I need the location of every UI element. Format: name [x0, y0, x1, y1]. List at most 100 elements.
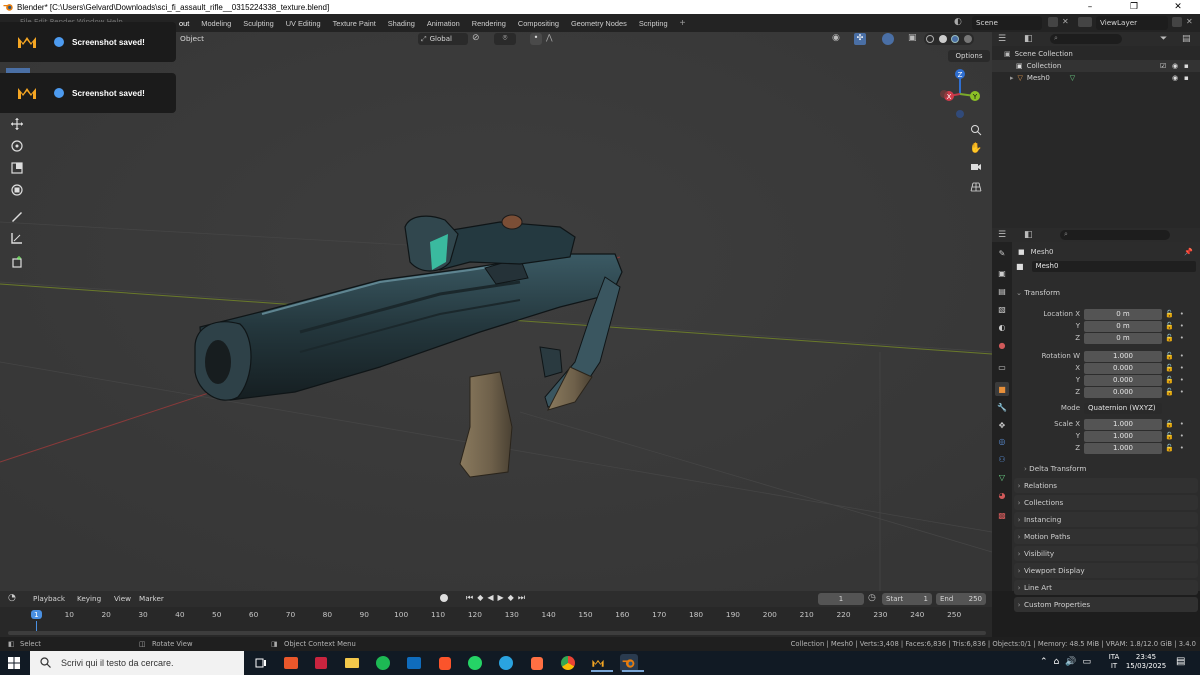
lock-icon[interactable]: 🔓 — [1165, 420, 1174, 428]
tray-overflow-icon[interactable]: ⌃ — [1040, 657, 1048, 667]
keyframe-dot[interactable]: • — [1180, 322, 1184, 330]
eye-icon[interactable]: ◉ — [1172, 62, 1178, 70]
editor-type-icon[interactable] — [6, 68, 30, 73]
tab-shading[interactable]: Shading — [382, 14, 421, 32]
relations-panel[interactable]: › Relations — [1014, 478, 1198, 493]
transform-panel-header[interactable]: ⌄ Transform — [1016, 288, 1060, 297]
record-icon[interactable] — [440, 594, 448, 602]
orientation-dropdown[interactable]: ⤢ Global — [418, 33, 468, 45]
prev-key-icon[interactable]: ◆ — [477, 593, 483, 603]
outliner-search[interactable]: ⌕ — [1050, 34, 1122, 44]
properties-editor-icon[interactable]: ☰ — [998, 230, 1006, 240]
pan-hand-icon[interactable]: ✋ — [966, 138, 986, 158]
view-layer-tab-icon[interactable]: ▧ — [995, 302, 1009, 316]
measure-tool-icon[interactable] — [6, 228, 28, 248]
keying-menu[interactable]: Keying — [77, 594, 101, 603]
view-layer-icon[interactable] — [1078, 17, 1092, 27]
tab-sculpting[interactable]: Sculpting — [237, 14, 279, 32]
spotify-icon[interactable] — [374, 654, 392, 672]
rotation-x-field[interactable]: 0.000 — [1084, 362, 1162, 374]
line-art-panel[interactable]: › Line Art — [1014, 580, 1198, 595]
pivot-icon[interactable]: ⊘ — [472, 33, 480, 43]
keyframe-dot[interactable]: • — [1180, 444, 1184, 452]
collection-tab-icon[interactable]: ▭ — [995, 360, 1009, 374]
keyframe-dot[interactable]: • — [1180, 432, 1184, 440]
xray-icon[interactable]: ▣ — [908, 33, 917, 43]
timeline[interactable]: ◔ Playback Keying View Marker ⏮ ◆ ◀ ▶ ◆ … — [0, 591, 992, 637]
camera-render-icon[interactable]: ▪ — [1184, 62, 1189, 70]
outliner-collection[interactable]: ▣ Collection ☑ ◉ ▪ — [992, 60, 1200, 72]
proportional-edit-icon[interactable]: • — [530, 33, 542, 45]
options-dropdown[interactable]: Options — [948, 50, 990, 62]
world-tab-icon[interactable]: ● — [995, 338, 1009, 352]
scale-x-field[interactable]: 1.000 — [1084, 418, 1162, 430]
outlook-icon[interactable] — [405, 654, 423, 672]
object-type-icon[interactable]: ■ — [1016, 262, 1024, 271]
scene-selector[interactable]: Scene — [972, 16, 1042, 30]
tab-geometry-nodes[interactable]: Geometry Nodes — [565, 14, 633, 32]
network-icon[interactable]: ⌂ — [1054, 657, 1060, 667]
constraints-tab-icon[interactable]: ⚇ — [995, 452, 1009, 466]
delete-scene-icon[interactable]: ✕ — [1062, 17, 1069, 26]
new-collection-icon[interactable]: ▤ — [1182, 34, 1191, 44]
object-menu[interactable]: Object — [180, 34, 204, 43]
end-frame-field[interactable]: End 250 — [936, 593, 986, 605]
task-view-icon[interactable] — [252, 654, 270, 672]
add-cube-tool-icon[interactable] — [6, 252, 28, 272]
lock-icon[interactable]: 🔓 — [1165, 376, 1174, 384]
clock-icon[interactable]: ◷ — [868, 593, 876, 603]
lock-icon[interactable]: 🔓 — [1165, 352, 1174, 360]
move-tool-icon[interactable] — [6, 114, 28, 134]
jump-start-icon[interactable]: ⏮ — [466, 593, 473, 603]
physics-tab-icon[interactable]: ◎ — [995, 434, 1009, 448]
eye-icon[interactable]: ◉ — [1172, 74, 1178, 82]
taskbar-search[interactable]: Scrivi qui il testo da cercare. — [30, 651, 244, 675]
texture-tab-icon[interactable]: ▩ — [995, 508, 1009, 522]
filter-icon[interactable]: ⏷ — [1160, 34, 1167, 44]
next-key-icon[interactable]: ◆ — [508, 593, 514, 603]
language-indicator[interactable]: ITA IT — [1104, 653, 1124, 671]
transform-tool-icon[interactable] — [6, 180, 28, 200]
lock-icon[interactable]: 🔓 — [1165, 432, 1174, 440]
lock-icon[interactable]: 🔓 — [1165, 444, 1174, 452]
view-layer-selector[interactable]: ViewLayer — [1096, 16, 1168, 30]
rotation-w-field[interactable]: 1.000 — [1084, 350, 1162, 362]
battery-icon[interactable]: ▭ — [1082, 657, 1091, 667]
particles-tab-icon[interactable]: ✥ — [995, 418, 1009, 432]
brave-icon[interactable] — [436, 654, 454, 672]
rotation-z-field[interactable]: 0.000 — [1084, 386, 1162, 398]
render-tab-icon[interactable]: ▣ — [995, 266, 1009, 280]
keyframe-dot[interactable]: • — [1180, 310, 1184, 318]
view-menu[interactable]: View — [114, 594, 131, 603]
material-shading-icon[interactable] — [951, 35, 960, 43]
recorder-app-icon[interactable] — [589, 654, 613, 672]
zoom-icon[interactable] — [966, 120, 986, 140]
close-button[interactable]: ✕ — [1156, 0, 1200, 14]
delta-transform-header[interactable]: › Delta Transform — [1024, 464, 1086, 473]
whatsapp-icon[interactable] — [466, 654, 484, 672]
scene-type-icon[interactable]: ◐ — [954, 17, 968, 29]
play-icon[interactable]: ▶ — [498, 593, 504, 603]
notifications-icon[interactable]: ▤ — [1176, 656, 1185, 667]
snap-icon[interactable]: ⌾ — [494, 33, 516, 45]
file-explorer-icon[interactable] — [343, 654, 361, 672]
lock-icon[interactable]: 🔓 — [1165, 364, 1174, 372]
add-workspace-button[interactable]: + — [674, 14, 692, 32]
keyframe-dot[interactable]: • — [1180, 334, 1184, 342]
tab-rendering[interactable]: Rendering — [466, 14, 512, 32]
keyframe-dot[interactable]: • — [1180, 352, 1184, 360]
display-mode-icon[interactable]: ◧ — [1024, 230, 1033, 240]
scene-tab-icon[interactable]: ◐ — [995, 320, 1009, 334]
playback-menu[interactable]: Playback — [33, 594, 65, 603]
collections-panel[interactable]: › Collections — [1014, 495, 1198, 510]
lock-icon[interactable]: 🔓 — [1165, 310, 1174, 318]
chrome-icon[interactable] — [559, 654, 577, 672]
rotate-tool-icon[interactable] — [6, 136, 28, 156]
app-icon-orange[interactable] — [282, 654, 300, 672]
navigation-gizmo[interactable]: Z Y X — [934, 66, 990, 122]
minimize-button[interactable]: – — [1068, 0, 1112, 14]
perspective-grid-icon[interactable] — [966, 176, 986, 196]
location-z-field[interactable]: 0 m — [1084, 332, 1162, 344]
play-reverse-icon[interactable]: ◀ — [487, 593, 493, 603]
tool-tab-icon[interactable]: ✎ — [995, 246, 1009, 260]
